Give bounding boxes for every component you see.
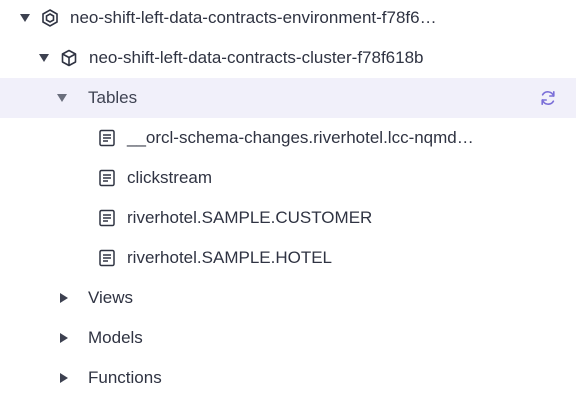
table-item-label: riverhotel.SAMPLE.HOTEL: [127, 248, 333, 267]
table-item-label: riverhotel.SAMPLE.CUSTOMER: [127, 208, 373, 227]
tree-item-environment[interactable]: neo-shift-left-data-contracts-environmen…: [0, 0, 576, 38]
environment-label: neo-shift-left-data-contracts-environmen…: [70, 8, 437, 27]
table-item[interactable]: riverhotel.SAMPLE.HOTEL: [0, 238, 576, 278]
resource-tree: neo-shift-left-data-contracts-environmen…: [0, 0, 576, 418]
tables-label: Tables: [88, 88, 138, 107]
collapse-caret-icon[interactable]: [60, 293, 68, 303]
table-item-label: clickstream: [127, 168, 213, 187]
expand-caret-icon[interactable]: [39, 54, 49, 62]
tree-item-views[interactable]: Views: [0, 278, 576, 318]
cluster-cube-icon: [61, 49, 77, 67]
tree-item-tables[interactable]: Tables: [0, 78, 576, 118]
table-item[interactable]: __orcl-schema-changes.riverhotel.lcc-nqm…: [0, 118, 576, 158]
table-doc-icon: [99, 169, 115, 187]
collapse-caret-icon[interactable]: [60, 373, 68, 383]
table-doc-icon: [99, 129, 115, 147]
tree-item-models[interactable]: Models: [0, 318, 576, 358]
cluster-label: neo-shift-left-data-contracts-cluster-f7…: [89, 48, 424, 67]
models-label: Models: [88, 328, 143, 347]
table-item-label: __orcl-schema-changes.riverhotel.lcc-nqm…: [127, 128, 474, 147]
tree-item-functions[interactable]: Functions: [0, 358, 576, 398]
views-label: Views: [88, 288, 134, 307]
table-doc-icon: [99, 249, 115, 267]
functions-label: Functions: [88, 368, 162, 387]
expand-caret-icon[interactable]: [20, 14, 30, 22]
table-item[interactable]: clickstream: [0, 158, 576, 198]
refresh-icon[interactable]: [538, 88, 558, 108]
collapse-caret-icon[interactable]: [60, 333, 68, 343]
table-doc-icon: [99, 209, 115, 227]
table-item[interactable]: riverhotel.SAMPLE.CUSTOMER: [0, 198, 576, 238]
tree-item-cluster[interactable]: neo-shift-left-data-contracts-cluster-f7…: [0, 38, 576, 78]
environment-icon: [42, 9, 58, 27]
expand-caret-icon[interactable]: [57, 94, 67, 102]
